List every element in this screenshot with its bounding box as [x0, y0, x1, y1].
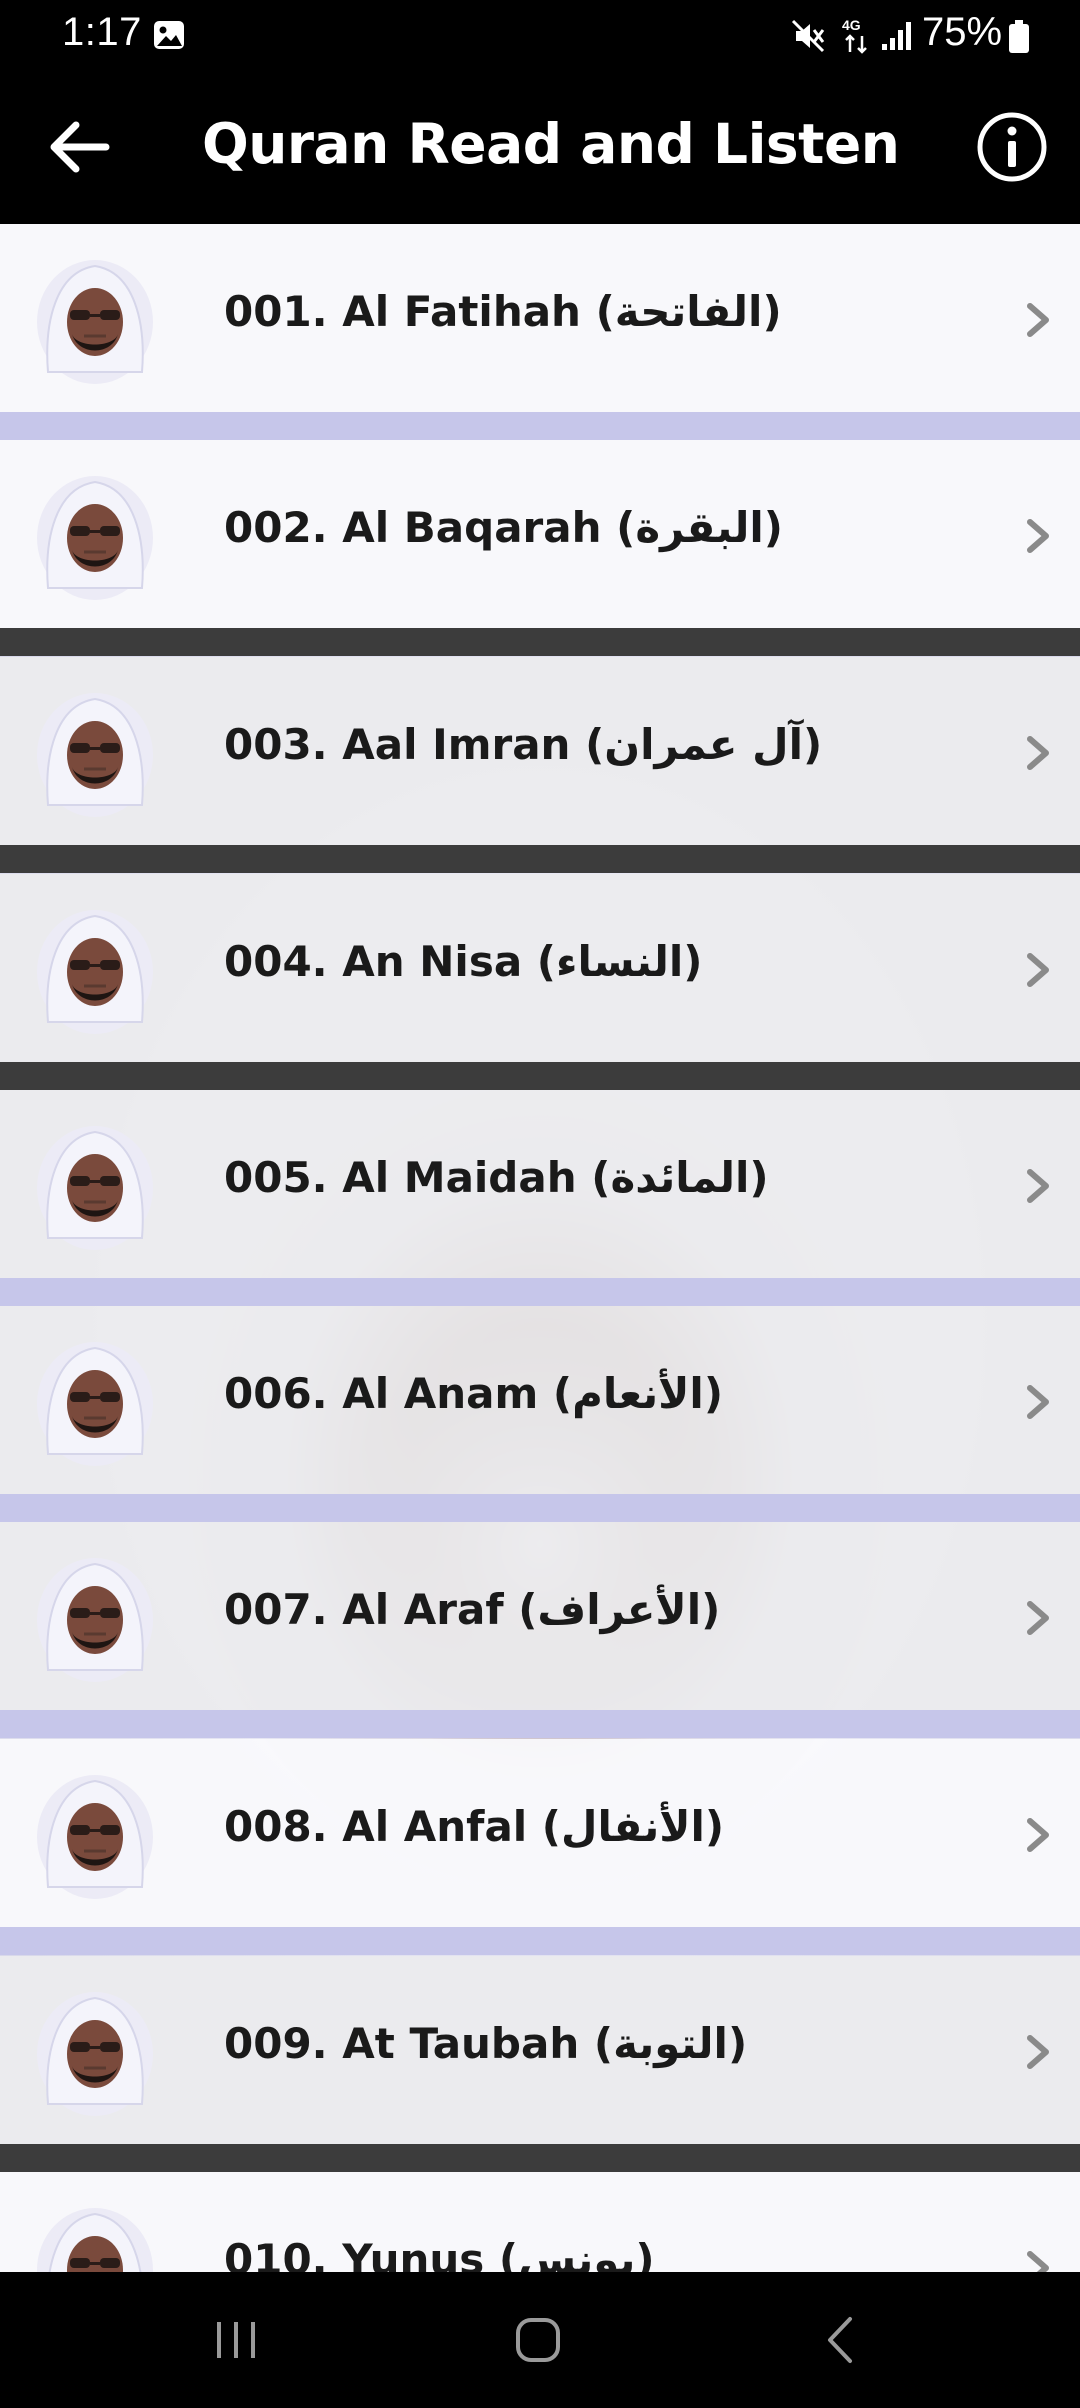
- surah-list-item[interactable]: 002. Al Baqarah (البقرة): [0, 440, 1080, 628]
- reciter-avatar: [37, 693, 153, 817]
- network-type-icon: 4G: [842, 17, 867, 54]
- svg-text:4G: 4G: [842, 17, 861, 33]
- reciter-avatar: [37, 1342, 153, 1466]
- battery-icon: [1009, 20, 1029, 53]
- surah-list-item[interactable]: 006. Al Anam (الأنعام): [0, 1306, 1080, 1494]
- info-button[interactable]: [972, 107, 1052, 187]
- surah-list-item[interactable]: 009. At Taubah (التوبة): [0, 1956, 1080, 2144]
- surah-title: 007. Al Araf (الأعراف): [224, 1585, 721, 1634]
- home-icon: [516, 2318, 560, 2362]
- surah-title: 002. Al Baqarah (البقرة): [224, 503, 783, 552]
- chevron-right-icon: [1027, 736, 1049, 770]
- row-divider: [0, 1927, 1080, 1955]
- surah-list-item[interactable]: 007. Al Araf (الأعراف): [0, 1522, 1080, 1710]
- back-nav-button[interactable]: [790, 2300, 890, 2380]
- signal-icon: [882, 22, 911, 50]
- info-icon: [977, 112, 1047, 182]
- surah-list-item[interactable]: 003. Aal Imran (آل عمران): [0, 657, 1080, 845]
- navigation-bar: [0, 2272, 1080, 2408]
- status-bar: 1:17 4G 75%: [0, 0, 1080, 72]
- recent-apps-icon: [217, 2322, 255, 2358]
- row-divider: [0, 1494, 1080, 1522]
- back-nav-icon: [828, 2317, 852, 2363]
- app-bar: Quran Read and Listen: [0, 72, 1080, 224]
- chevron-right-icon: [1027, 1169, 1049, 1203]
- row-divider: [0, 628, 1080, 656]
- chevron-right-icon: [1027, 1385, 1049, 1419]
- gallery-icon: [154, 21, 184, 49]
- surah-title: 005. Al Maidah (المائدة): [224, 1153, 769, 1202]
- reciter-avatar: [37, 1992, 153, 2116]
- row-divider: [0, 1062, 1080, 1090]
- row-divider: [0, 845, 1080, 873]
- reciter-avatar: [37, 1775, 153, 1899]
- reciter-avatar: [37, 1126, 153, 1250]
- back-arrow-icon: [50, 121, 110, 173]
- page-title: Quran Read and Listen: [202, 112, 900, 176]
- battery-level: 75%: [922, 10, 1003, 54]
- surah-list-item[interactable]: 005. Al Maidah (المائدة): [0, 1090, 1080, 1278]
- surah-list-item[interactable]: 001. Al Fatihah (الفاتحة): [0, 224, 1080, 412]
- row-divider: [0, 2144, 1080, 2172]
- surah-title: 001. Al Fatihah (الفاتحة): [224, 287, 782, 336]
- reciter-avatar: [37, 260, 153, 384]
- surah-list-item[interactable]: 004. An Nisa (النساء): [0, 874, 1080, 1062]
- surah-title: 008. Al Anfal (الأنفال): [224, 1802, 725, 1851]
- chevron-right-icon: [1027, 953, 1049, 987]
- app-screen: 1:17 4G 75% Quran Read and Listen 001. A…: [0, 0, 1080, 2408]
- chevron-right-icon: [1027, 2035, 1049, 2069]
- reciter-avatar: [37, 910, 153, 1034]
- chevron-right-icon: [1027, 1601, 1049, 1635]
- surah-list-item[interactable]: 010. Yunus (يونس): [0, 2172, 1080, 2272]
- back-button[interactable]: [40, 107, 120, 187]
- chevron-right-icon: [1027, 1818, 1049, 1852]
- status-time: 1:17: [62, 10, 142, 54]
- mute-icon: [791, 19, 825, 53]
- reciter-avatar: [37, 1558, 153, 1682]
- surah-title: 006. Al Anam (الأنعام): [224, 1369, 724, 1418]
- row-divider: [0, 1710, 1080, 1738]
- surah-title: 009. At Taubah (التوبة): [224, 2019, 748, 2068]
- chevron-right-icon: [1027, 519, 1049, 553]
- status-right-group: 4G 75%: [790, 10, 1040, 62]
- reciter-avatar: [37, 2208, 153, 2272]
- surah-title: 004. An Nisa (النساء): [224, 937, 703, 986]
- row-divider: [0, 1278, 1080, 1306]
- surah-title: 003. Aal Imran (آل عمران): [224, 720, 823, 769]
- row-divider: [0, 412, 1080, 440]
- surah-list-item[interactable]: 008. Al Anfal (الأنفال): [0, 1739, 1080, 1927]
- reciter-avatar: [37, 476, 153, 600]
- chevron-right-icon: [1027, 2251, 1049, 2272]
- chevron-right-icon: [1027, 303, 1049, 337]
- recent-apps-button[interactable]: [186, 2300, 286, 2380]
- home-button[interactable]: [488, 2300, 588, 2380]
- surah-list: 001. Al Fatihah (الفاتحة) 002. Al Baqarah…: [0, 224, 1080, 2272]
- surah-title: 010. Yunus (يونس): [224, 2235, 655, 2272]
